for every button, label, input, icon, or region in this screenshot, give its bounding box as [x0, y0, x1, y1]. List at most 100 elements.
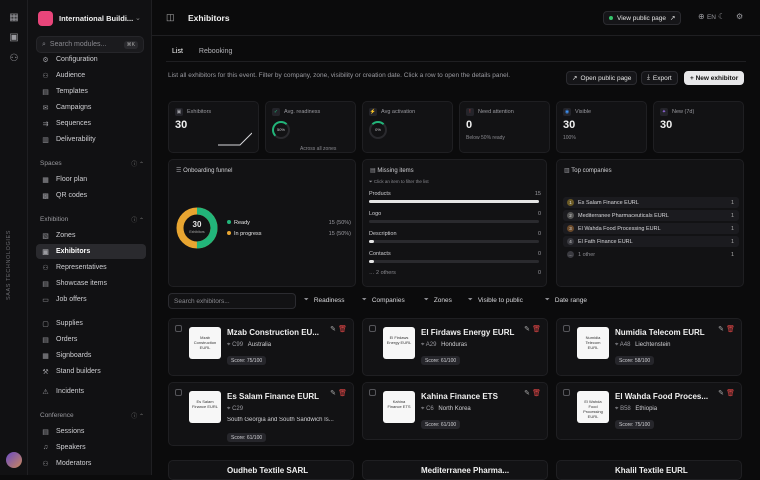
- sidebar-item-floor-plan[interactable]: ▦ Floor plan: [36, 172, 146, 187]
- sidebar-item-audience[interactable]: ⚇ Audience: [36, 68, 146, 83]
- select-checkbox[interactable]: [175, 389, 182, 396]
- sidebar-item-configuration[interactable]: ⚙ Configuration: [36, 52, 146, 67]
- edit-icon[interactable]: ✎: [330, 389, 336, 397]
- edit-icon[interactable]: ✎: [330, 325, 336, 333]
- sidebar-item-templates[interactable]: ▤ Templates: [36, 84, 146, 99]
- gear-icon[interactable]: ⚙: [736, 12, 743, 21]
- edit-icon[interactable]: ✎: [524, 325, 530, 333]
- section-spaces[interactable]: Spaces ⓘ ⌃: [40, 159, 144, 168]
- delete-icon[interactable]: 🗑: [532, 325, 541, 333]
- exhibitor-meta: ⌖ C99 Australia: [227, 342, 271, 349]
- avatar[interactable]: [6, 452, 22, 468]
- stat-exhibitors: ▣ Exhibitors 30: [168, 101, 259, 153]
- sidebar-item-label: Signboards: [56, 352, 92, 359]
- new-exhibitor-button[interactable]: + New exhibitor: [684, 71, 745, 85]
- section-conference[interactable]: Conference ⓘ ⌃: [40, 411, 144, 420]
- sidebar-item-incidents[interactable]: ⚠ Incidents: [36, 384, 146, 399]
- sidebar-item-campaigns[interactable]: ✉ Campaigns: [36, 100, 146, 115]
- sidebar-toggle-icon[interactable]: ◫: [166, 12, 175, 23]
- dashboard-icon[interactable]: ▦: [8, 12, 20, 24]
- stat-label: Exhibitors: [187, 109, 212, 115]
- company-logo: Es Salam Finance EURL: [189, 391, 221, 423]
- location-icon: ⌖: [421, 406, 425, 412]
- missing-more[interactable]: … 2 others 0: [369, 270, 541, 276]
- sidebar-item-moderators[interactable]: ⚇ Moderators: [36, 456, 146, 471]
- filter-companies[interactable]: ⏷ Companies: [362, 297, 405, 304]
- moon-icon[interactable]: ☾: [718, 12, 725, 21]
- select-checkbox[interactable]: [369, 325, 376, 332]
- missing-item-description[interactable]: Description 0: [369, 231, 541, 237]
- sidebar-item-representatives[interactable]: ⚇ Representatives: [36, 260, 146, 275]
- sidebar-item-label: QR codes: [56, 192, 88, 199]
- filter-date-range[interactable]: ⏷ Date range: [545, 297, 587, 304]
- filter-zones[interactable]: ⏷ Zones: [424, 297, 452, 304]
- section-title: Spaces: [40, 160, 62, 167]
- filter-readiness[interactable]: ⏷ Readiness: [304, 297, 345, 304]
- exhibitor-card[interactable]: Oudheb Textile SARL: [168, 460, 354, 480]
- sidebar-item-zones[interactable]: ▧ Zones: [36, 228, 146, 243]
- missing-bar-products: [369, 200, 539, 203]
- language-icon[interactable]: ⊕ EN: [698, 12, 716, 21]
- view-public-page-button[interactable]: View public page ↗: [603, 11, 682, 25]
- company-row[interactable]: 4 El Fath Finance EURL 1: [563, 236, 739, 247]
- exhibitor-search-input[interactable]: Search exhibitors...: [168, 293, 296, 309]
- tab-rebooking[interactable]: Rebooking: [193, 44, 238, 62]
- select-checkbox[interactable]: [369, 389, 376, 396]
- org-switcher[interactable]: International Buildi... ⌄: [38, 8, 146, 28]
- sidebar-item-signboards[interactable]: ▦ Signboards: [36, 348, 146, 363]
- company-row[interactable]: 1 Es Salam Finance EURL 1: [563, 197, 739, 208]
- sidebar-item-job-offers[interactable]: ▭ Job offers: [36, 292, 146, 307]
- sidebar-item-showcase-items[interactable]: ▤ Showcase items: [36, 276, 146, 291]
- stand-code: C6: [426, 406, 434, 412]
- company-other[interactable]: … 1 other 1: [563, 249, 739, 260]
- tab-list[interactable]: List: [166, 44, 189, 62]
- sidebar-item-speakers[interactable]: ♫ Speakers: [36, 440, 146, 455]
- open-public-page-button[interactable]: ↗ Open public page: [566, 71, 638, 85]
- select-checkbox[interactable]: [563, 389, 570, 396]
- select-checkbox[interactable]: [563, 325, 570, 332]
- calendar-icon[interactable]: ▣: [8, 32, 20, 44]
- delete-icon[interactable]: 🗑: [338, 389, 347, 397]
- edit-icon[interactable]: ✎: [524, 389, 530, 397]
- exhibitor-card[interactable]: El Firdaws Energy EURL El Firdaws Energy…: [362, 318, 548, 376]
- legend-label: Ready: [234, 220, 250, 226]
- select-checkbox[interactable]: [175, 325, 182, 332]
- delete-icon[interactable]: 🗑: [726, 389, 735, 397]
- sidebar-item-orders[interactable]: ▤ Orders: [36, 332, 146, 347]
- sidebar-item-stand-builders[interactable]: ⚒ Stand builders: [36, 364, 146, 379]
- export-button[interactable]: ⤓ Export: [641, 71, 678, 85]
- section-exhibition[interactable]: Exhibition ⓘ ⌃: [40, 215, 144, 224]
- exhibitor-card[interactable]: Es Salam Finance EURL Es Salam Finance E…: [168, 382, 354, 446]
- stat-sub: Across all zones: [300, 146, 337, 152]
- sidebar-item-exhibitors[interactable]: ▣ Exhibitors: [36, 244, 146, 259]
- delete-icon[interactable]: 🗑: [532, 389, 541, 397]
- company-row[interactable]: 2 Mediterranee Pharmaceuticals EURL 1: [563, 210, 739, 221]
- hint-text: Click an item to filter the list: [373, 179, 429, 184]
- delete-icon[interactable]: 🗑: [338, 325, 347, 333]
- missing-item-logo[interactable]: Logo 0: [369, 211, 541, 217]
- exhibitor-card[interactable]: Kahina Finance ETS Kahina Finance ETS ✎ 🗑…: [362, 382, 548, 440]
- missing-item-products[interactable]: Products 15: [369, 191, 541, 197]
- missing-item-contacts[interactable]: Contacts 0: [369, 251, 541, 257]
- sidebar-item-deliverability[interactable]: ▥ Deliverability: [36, 132, 146, 147]
- sidebar-item-label: Stand builders: [56, 368, 101, 375]
- exhibitor-card[interactable]: Mzab Construction EURL Mzab Construction…: [168, 318, 354, 376]
- exhibitor-card[interactable]: Mediterranee Pharma...: [362, 460, 548, 480]
- exhibitor-card[interactable]: Khalil Textile EURL: [556, 460, 742, 480]
- exhibitor-card[interactable]: Numidia Telecom EURL Numidia Telecom EUR…: [556, 318, 742, 376]
- filter-visible[interactable]: ⏷ Visible to public: [468, 297, 523, 304]
- company-count: 1: [730, 225, 734, 232]
- sidebar-item-sequences[interactable]: ⇉ Sequences: [36, 116, 146, 131]
- module-search-input[interactable]: ⌕ Search modules... ⌘K: [36, 36, 144, 53]
- sidebar-item-supplies[interactable]: ▢ Supplies: [36, 316, 146, 331]
- edit-icon[interactable]: ✎: [718, 389, 724, 397]
- exhibitor-card[interactable]: El Wahda Food Processing EURL El Wahda F…: [556, 382, 742, 440]
- edit-icon[interactable]: ✎: [718, 325, 724, 333]
- sidebar-item-qr-codes[interactable]: ▩ QR codes: [36, 188, 146, 203]
- country: Liechtenstein: [635, 342, 671, 348]
- delete-icon[interactable]: 🗑: [726, 325, 735, 333]
- company-row[interactable]: 3 El Wahda Food Processing EURL 1: [563, 223, 739, 234]
- filter-icon: ⏷: [545, 297, 550, 303]
- people-icon[interactable]: ⚇: [8, 53, 20, 65]
- sidebar-item-sessions[interactable]: ▤ Sessions: [36, 424, 146, 439]
